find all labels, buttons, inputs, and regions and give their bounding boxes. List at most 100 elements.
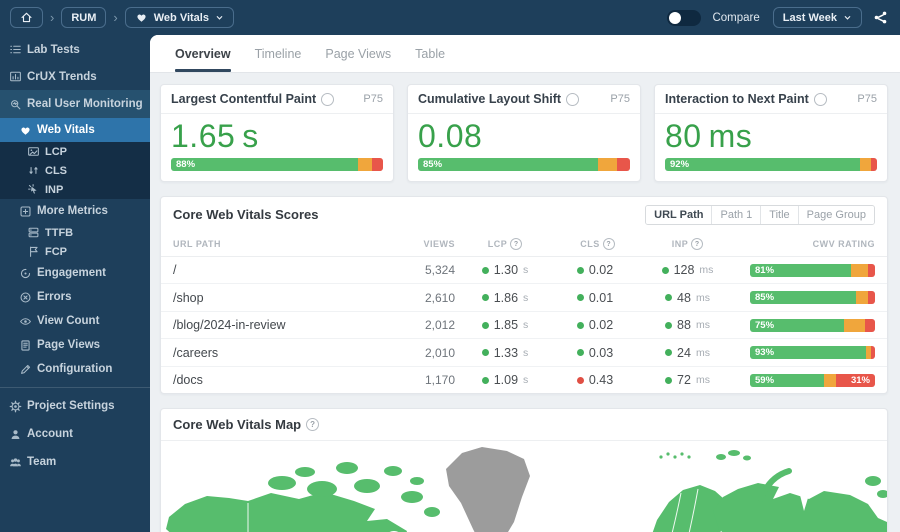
tab-timeline[interactable]: Timeline: [255, 35, 302, 72]
tab-table[interactable]: Table: [415, 35, 445, 72]
group-by-url-path[interactable]: URL Path: [646, 205, 712, 224]
url-path-cell: /blog/2024-in-review: [173, 318, 286, 333]
tap-icon: [26, 183, 40, 196]
heart-pulse-icon: [135, 11, 148, 24]
shift-icon: [26, 164, 40, 177]
status-dot: [661, 266, 669, 274]
sidebar-item-fcp[interactable]: FCP: [0, 242, 150, 261]
sidebar-item-account[interactable]: Account: [0, 420, 150, 448]
donut-icon: [18, 267, 32, 280]
bar-segment-good: 92%: [665, 157, 861, 171]
toggle-knob: [669, 11, 682, 24]
sidebar-item-web-vitals[interactable]: Web Vitals: [0, 118, 150, 142]
sidebar-item-view-count[interactable]: View Count: [0, 309, 150, 333]
sidebar-item-ttfb[interactable]: TTFB: [0, 223, 150, 242]
metric-card-cumulative-layout-shift: Cumulative Layout Shift P75 0.08 85%: [407, 84, 641, 182]
tab-page-views[interactable]: Page Views: [325, 35, 391, 72]
sidebar-item-label: CrUX Trends: [27, 70, 97, 83]
sidebar-item-errors[interactable]: Errors: [0, 285, 150, 309]
sidebar-item-page-views[interactable]: Page Views: [0, 333, 150, 357]
bar-segment-ni: [823, 373, 837, 387]
share-icon[interactable]: [873, 10, 888, 25]
table-row-shop[interactable]: /shop 2,610 1.86 s 0.01 48 ms 85%: [161, 284, 887, 312]
breadcrumb-project-button[interactable]: RUM: [61, 7, 107, 28]
sidebar-item-crux-trends[interactable]: CrUX Trends: [0, 63, 150, 90]
time-range-selector[interactable]: Last Week: [772, 7, 862, 28]
group-by-path-1[interactable]: Path 1: [711, 205, 761, 224]
inp-cell: 88 ms: [640, 318, 735, 332]
status-dot: [576, 321, 584, 329]
chevron-down-icon: [843, 13, 852, 22]
breadcrumb-page-selector[interactable]: Web Vitals: [124, 7, 234, 28]
core-web-vitals-scores-panel: Core Web Vitals Scores URL Path Path 1 Tit…: [160, 195, 888, 395]
bar-segment-good: 81%: [750, 263, 852, 277]
sidebar-item-lcp[interactable]: LCP: [0, 142, 150, 161]
inp-cell: 48 ms: [640, 291, 735, 305]
home-icon: [20, 11, 33, 24]
cwv-rating-bar: 81%: [750, 263, 875, 277]
views-cell: 2,610: [424, 290, 455, 305]
url-path-cell: /shop: [173, 290, 204, 305]
group-by-page-group[interactable]: Page Group: [797, 205, 874, 224]
help-icon[interactable]: ?: [306, 418, 320, 432]
sidebar-item-engagement[interactable]: Engagement: [0, 261, 150, 285]
status-dot: [481, 349, 489, 357]
sidebar-item-label: More Metrics: [37, 205, 108, 217]
world-map[interactable]: Good: [161, 441, 887, 532]
compare-label: Compare: [712, 11, 760, 24]
sidebar-item-inp[interactable]: INP: [0, 180, 150, 199]
help-icon[interactable]: [813, 92, 827, 106]
inp-cell: 72 ms: [640, 373, 735, 387]
table-row-blog-2024-in-review[interactable]: /blog/2024-in-review 2,012 1.85 s 0.02 88…: [161, 312, 887, 340]
bar-segment-good: 93%: [750, 346, 867, 360]
tab-bar: Overview Timeline Page Views Table: [150, 35, 900, 73]
status-dot: [481, 376, 489, 384]
lcp-cell: 1.33 s: [455, 346, 555, 360]
cwv-rating-cell: 85%: [735, 291, 875, 305]
score-distribution-bar: 85%: [418, 157, 630, 171]
views-cell: 2,012: [424, 318, 455, 333]
metric-card-interaction-to-next-paint: Interaction to Next Paint P75 80 ms 92%: [654, 84, 888, 182]
help-icon[interactable]: ?: [602, 238, 615, 251]
views-cell: 1,170: [424, 373, 455, 388]
help-icon[interactable]: ?: [691, 238, 704, 251]
bar-chart-icon: [8, 70, 22, 83]
help-icon[interactable]: ?: [510, 238, 523, 251]
url-path-cell: /docs: [173, 373, 203, 388]
sidebar-item-label: Errors: [37, 291, 72, 303]
sidebar-item-project-settings[interactable]: Project Settings: [0, 392, 150, 420]
cwv-rating-cell: 81%: [735, 263, 875, 277]
sidebar-item-more-metrics[interactable]: More Metrics: [0, 199, 150, 223]
bar-segment-label: 31%: [850, 374, 870, 386]
help-icon[interactable]: [321, 92, 335, 106]
percentile-badge: P75: [363, 93, 383, 105]
metric-value: 1.65 s: [171, 118, 259, 154]
cwv-rating-cell: 59% 31%: [735, 373, 875, 387]
sidebar-item-real-user-monitoring[interactable]: Real User Monitoring: [0, 90, 150, 118]
sidebar-item-label: View Count: [37, 315, 100, 327]
cls-cell: 0.03: [555, 346, 640, 360]
user-icon: [8, 428, 22, 441]
table-row-[interactable]: / 5,324 1.30 s 0.02 128 ms 81%: [161, 257, 887, 285]
help-icon[interactable]: [566, 92, 580, 106]
bar-segment-label: 59%: [755, 374, 775, 386]
sidebar-item-label: TTFB: [45, 226, 74, 239]
compare-toggle[interactable]: [667, 9, 702, 26]
bar-segment-label: 85%: [755, 292, 775, 304]
breadcrumb-home-button[interactable]: [10, 7, 43, 28]
cls-cell: 0.43: [555, 373, 640, 387]
scores-panel-title: Core Web Vitals Scores: [173, 207, 319, 223]
sidebar-item-lab-tests[interactable]: Lab Tests: [0, 36, 150, 63]
sidebar-nav-main: Lab Tests CrUX Trends Real User Monitori…: [0, 36, 150, 381]
sidebar-item-cls[interactable]: CLS: [0, 161, 150, 180]
sidebar-divider: [0, 387, 150, 388]
sidebar-item-team[interactable]: Team: [0, 448, 150, 476]
time-range-label: Last Week: [782, 11, 837, 24]
bar-segment-good: 85%: [418, 157, 599, 171]
group-by-title[interactable]: Title: [760, 205, 798, 224]
table-row-careers[interactable]: /careers 2,010 1.33 s 0.03 24 ms 93%: [161, 339, 887, 367]
breadcrumb-project-label: RUM: [71, 11, 97, 24]
table-row-docs[interactable]: /docs 1,170 1.09 s 0.43 72 ms 59% 31%: [161, 367, 887, 394]
sidebar-item-configuration[interactable]: Configuration: [0, 357, 150, 381]
tab-overview[interactable]: Overview: [175, 35, 231, 72]
